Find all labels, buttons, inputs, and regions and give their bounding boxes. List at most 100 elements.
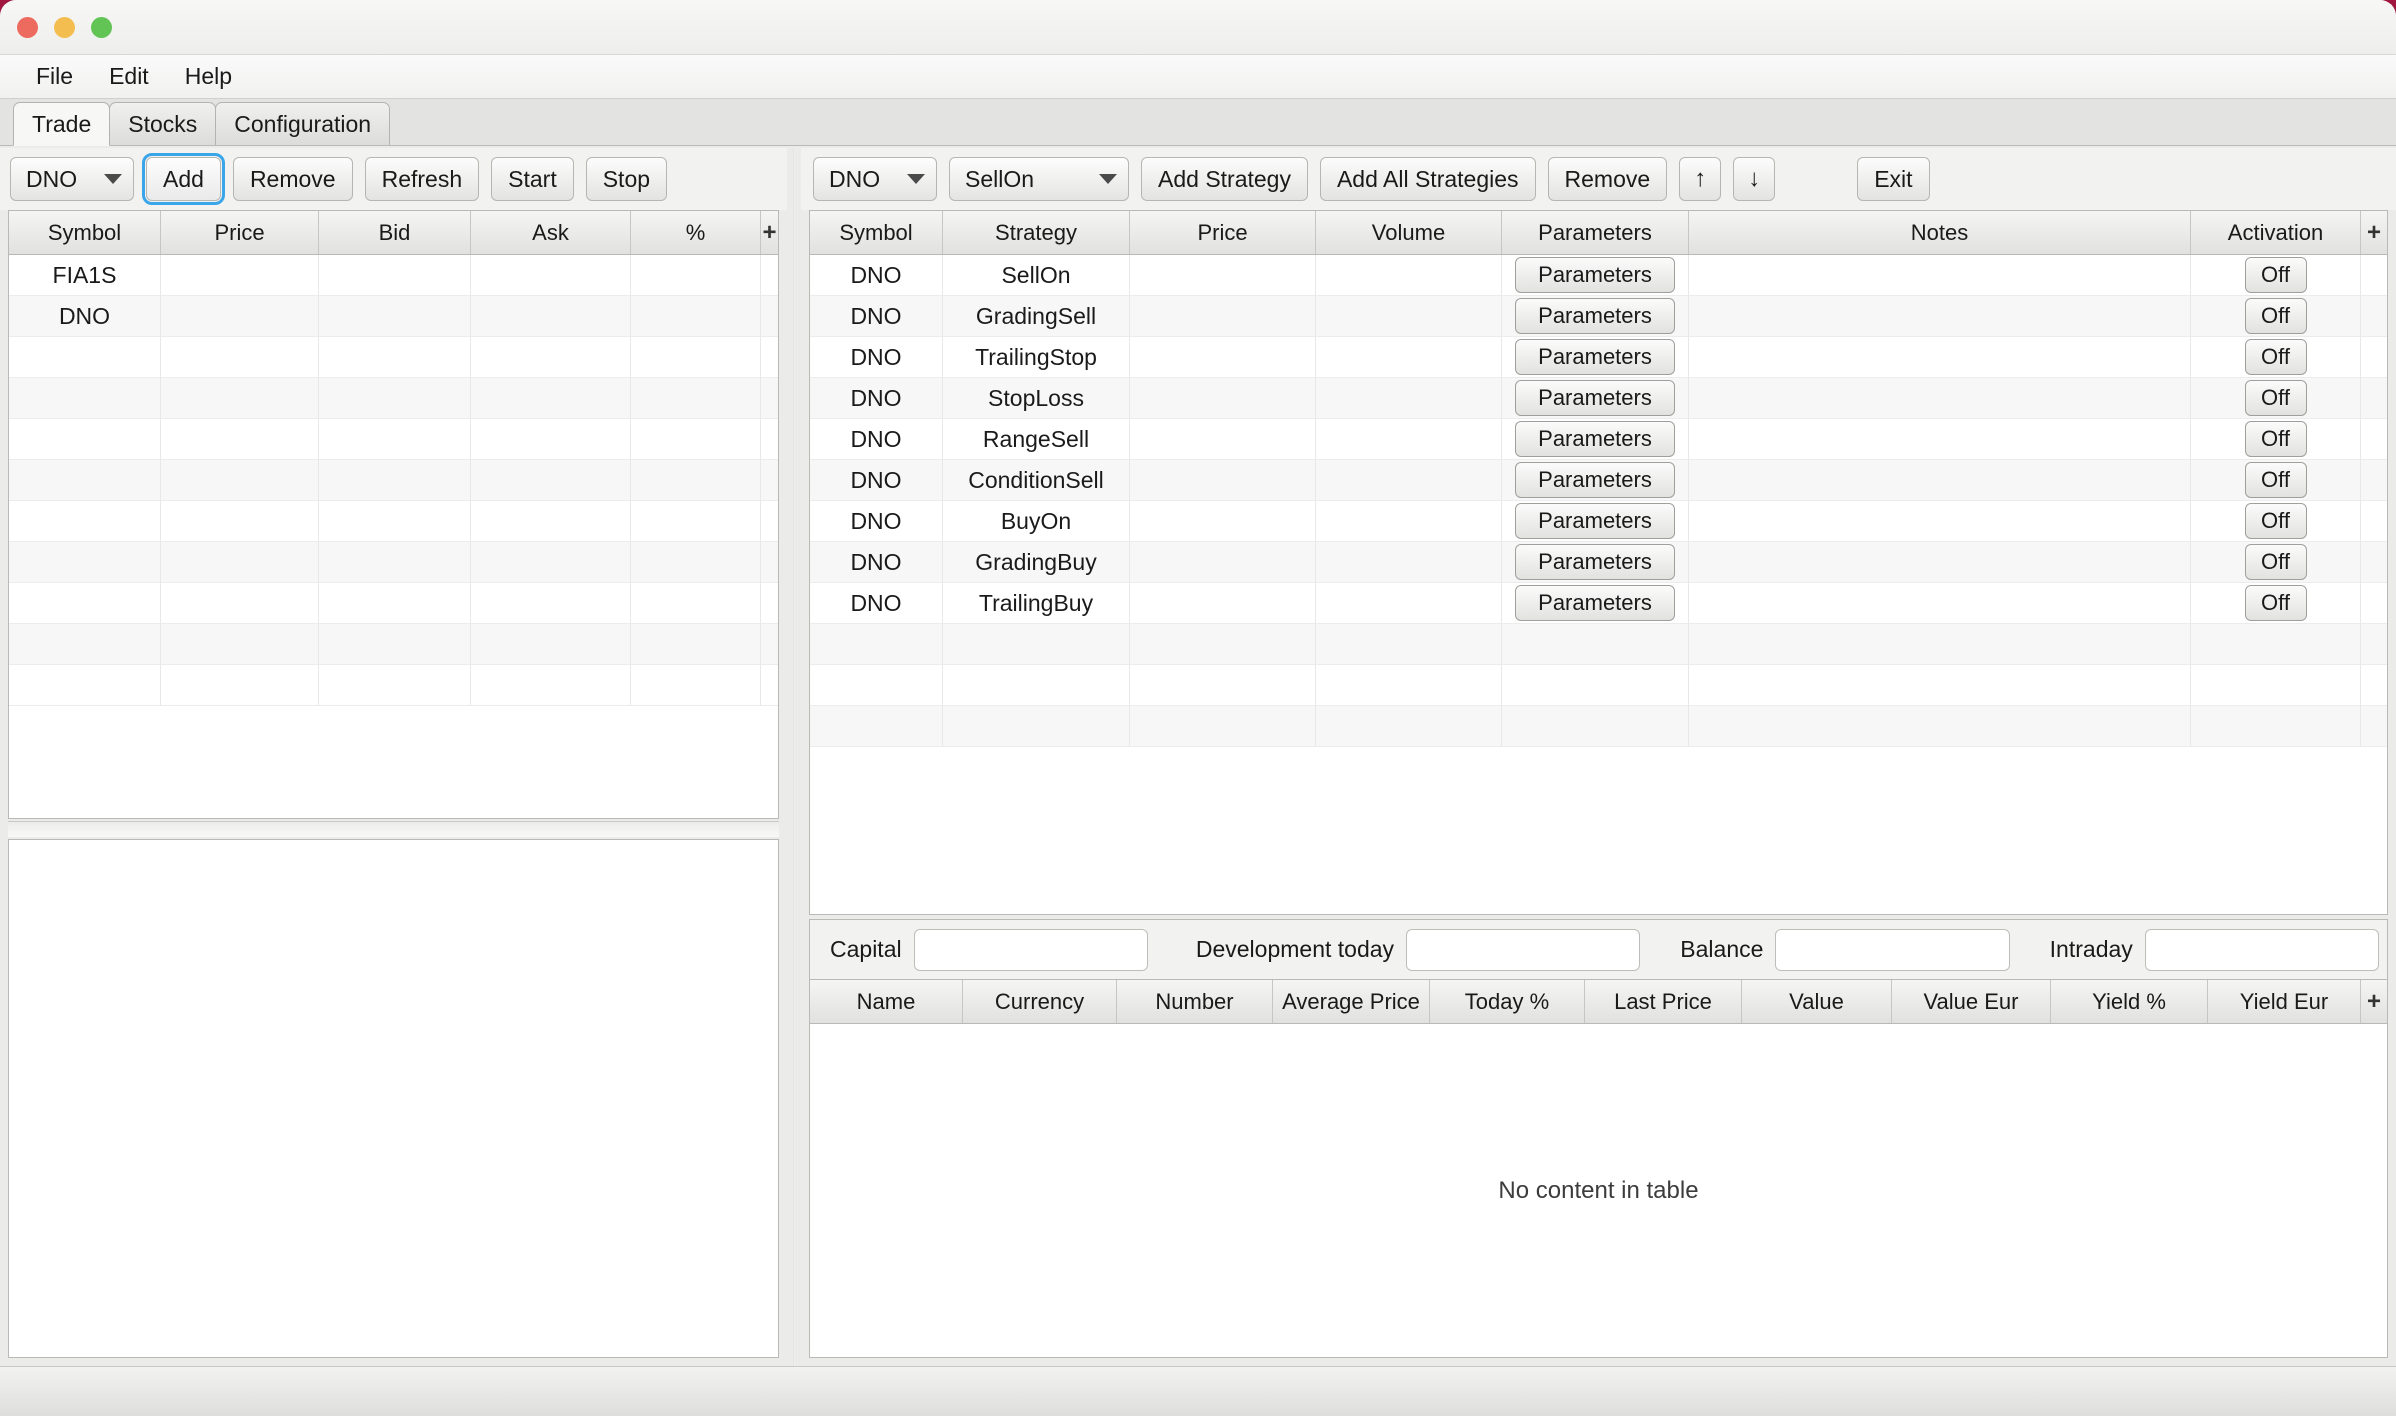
parameters-button[interactable]: Parameters (1515, 380, 1675, 416)
column-chooser-icon[interactable]: + (761, 211, 778, 254)
table-row[interactable]: DNO StopLoss Parameters Off (810, 378, 2387, 419)
column-header-yield-eur[interactable]: Yield Eur (2208, 980, 2361, 1023)
column-header-yield[interactable]: Yield % (2051, 980, 2208, 1023)
chevron-down-icon (1099, 174, 1117, 184)
table-row[interactable] (9, 460, 778, 501)
minimize-window-button[interactable] (54, 16, 75, 38)
parameters-button[interactable]: Parameters (1515, 257, 1675, 293)
refresh-button[interactable]: Refresh (364, 157, 480, 201)
tab-stocks[interactable]: Stocks (109, 102, 217, 145)
remove-strategy-button[interactable]: Remove (1547, 157, 1668, 201)
table-row[interactable] (810, 665, 2387, 706)
column-header-value[interactable]: Value (1742, 980, 1892, 1023)
activation-toggle-button[interactable]: Off (2244, 421, 2307, 457)
development-today-input[interactable] (1406, 928, 1641, 971)
activation-toggle-button[interactable]: Off (2244, 462, 2307, 498)
activation-toggle-button[interactable]: Off (2244, 257, 2307, 293)
parameters-button[interactable]: Parameters (1515, 421, 1675, 457)
column-header-symbol[interactable]: Symbol (810, 211, 943, 254)
column-header-currency[interactable]: Currency (963, 980, 1117, 1023)
left-pane-splitter[interactable] (8, 821, 779, 837)
column-header-activation[interactable]: Activation (2191, 211, 2361, 254)
column-header-bid[interactable]: Bid (319, 211, 471, 254)
parameters-button[interactable]: Parameters (1515, 298, 1675, 334)
add-all-strategies-button[interactable]: Add All Strategies (1319, 157, 1536, 201)
table-row[interactable] (9, 378, 778, 419)
capital-input[interactable] (913, 928, 1148, 971)
column-chooser-icon[interactable]: + (2361, 211, 2387, 254)
column-header-name[interactable]: Name (810, 980, 963, 1023)
column-header-strategy[interactable]: Strategy (943, 211, 1130, 254)
tab-configuration[interactable]: Configuration (215, 102, 391, 145)
move-down-button[interactable]: ↓ (1733, 157, 1776, 201)
table-row[interactable] (810, 706, 2387, 747)
strategy-type-select[interactable]: SellOn (949, 157, 1129, 201)
parameters-button[interactable]: Parameters (1515, 503, 1675, 539)
column-header-notes[interactable]: Notes (1689, 211, 2191, 254)
parameters-button[interactable]: Parameters (1515, 585, 1675, 621)
move-up-button[interactable]: ↑ (1679, 157, 1722, 201)
add-strategy-button[interactable]: Add Strategy (1141, 157, 1308, 201)
exit-button[interactable]: Exit (1857, 157, 1930, 201)
column-header-price[interactable]: Price (1130, 211, 1316, 254)
main-splitter[interactable] (787, 148, 801, 1366)
log-output-pane[interactable] (8, 839, 779, 1358)
activation-toggle-button[interactable]: Off (2244, 380, 2307, 416)
column-header-volume[interactable]: Volume (1316, 211, 1502, 254)
column-header-today[interactable]: Today % (1430, 980, 1585, 1023)
menu-item-file[interactable]: File (20, 60, 89, 93)
activation-toggle-button[interactable]: Off (2244, 298, 2307, 334)
table-row[interactable] (9, 501, 778, 542)
balance-input[interactable] (1775, 928, 2010, 971)
column-header-symbol[interactable]: Symbol (9, 211, 161, 254)
table-row[interactable] (9, 583, 778, 624)
table-row[interactable]: DNO (9, 296, 778, 337)
table-row[interactable]: DNO ConditionSell Parameters Off (810, 460, 2387, 501)
stop-button[interactable]: Stop (585, 157, 668, 201)
maximize-window-button[interactable] (91, 16, 112, 38)
remove-button[interactable]: Remove (232, 157, 353, 201)
column-header-+[interactable]: + (2361, 980, 2387, 1023)
watchlist-symbol-select[interactable]: DNO (10, 157, 134, 201)
activation-toggle-button[interactable]: Off (2244, 339, 2307, 375)
intraday-input[interactable] (2144, 928, 2380, 971)
table-row[interactable]: DNO GradingBuy Parameters Off (810, 542, 2387, 583)
table-row[interactable] (9, 624, 778, 665)
strategy-symbol-select[interactable]: DNO (813, 157, 937, 201)
parameters-button[interactable]: Parameters (1515, 339, 1675, 375)
column-header-parameters[interactable]: Parameters (1502, 211, 1689, 254)
table-row[interactable] (9, 542, 778, 583)
table-row[interactable] (9, 419, 778, 460)
activation-toggle-button[interactable]: Off (2244, 585, 2307, 621)
table-row[interactable] (810, 624, 2387, 665)
table-row[interactable]: DNO BuyOn Parameters Off (810, 501, 2387, 542)
activation-toggle-button[interactable]: Off (2244, 544, 2307, 580)
column-header-price[interactable]: Price (161, 211, 319, 254)
table-row[interactable] (9, 337, 778, 378)
parameters-button[interactable]: Parameters (1515, 462, 1675, 498)
strategy-table-header: Symbol Strategy Price Volume Parameters … (810, 211, 2387, 255)
table-row[interactable]: DNO TrailingStop Parameters Off (810, 337, 2387, 378)
column-header-last-price[interactable]: Last Price (1585, 980, 1742, 1023)
cell-price (161, 542, 319, 583)
menu-item-help[interactable]: Help (169, 60, 248, 93)
table-row[interactable]: FIA1S (9, 255, 778, 296)
add-button[interactable]: Add (142, 153, 225, 205)
table-row[interactable]: DNO GradingSell Parameters Off (810, 296, 2387, 337)
column-header-ask[interactable]: Ask (471, 211, 631, 254)
column-header-value-eur[interactable]: Value Eur (1892, 980, 2051, 1023)
column-header-number[interactable]: Number (1117, 980, 1273, 1023)
table-row[interactable]: DNO SellOn Parameters Off (810, 255, 2387, 296)
menu-item-edit[interactable]: Edit (93, 60, 165, 93)
cell-activation: Off (2191, 501, 2361, 542)
table-row[interactable]: DNO TrailingBuy Parameters Off (810, 583, 2387, 624)
table-row[interactable]: DNO RangeSell Parameters Off (810, 419, 2387, 460)
close-window-button[interactable] (17, 16, 38, 38)
column-header-percent[interactable]: % (631, 211, 761, 254)
column-header-average-price[interactable]: Average Price (1273, 980, 1430, 1023)
start-button[interactable]: Start (491, 157, 574, 201)
parameters-button[interactable]: Parameters (1515, 544, 1675, 580)
activation-toggle-button[interactable]: Off (2244, 503, 2307, 539)
table-row[interactable] (9, 665, 778, 706)
tab-trade[interactable]: Trade (13, 102, 111, 146)
